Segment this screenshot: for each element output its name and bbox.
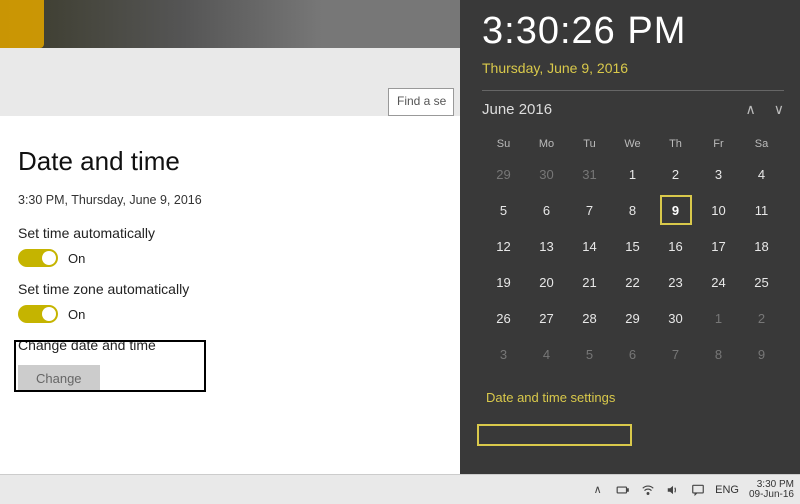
calendar-dow-header: Mo — [525, 132, 568, 156]
calendar-next-icon[interactable]: ∨ — [774, 101, 784, 118]
calendar-day[interactable]: 11 — [740, 192, 783, 228]
settings-page: Date and time 3:30 PM, Thursday, June 9,… — [0, 116, 460, 474]
calendar-day[interactable]: 12 — [482, 228, 525, 264]
calendar-day[interactable]: 4 — [740, 156, 783, 192]
calendar-day[interactable]: 28 — [568, 300, 611, 336]
settings-search-input[interactable]: Find a se — [388, 88, 454, 116]
volume-icon[interactable] — [665, 482, 680, 497]
calendar-prev-icon[interactable]: ∧ — [746, 101, 756, 118]
change-button[interactable]: Change — [18, 365, 100, 392]
calendar-day[interactable]: 5 — [482, 192, 525, 228]
calendar-day[interactable]: 4 — [525, 336, 568, 372]
calendar-day[interactable]: 8 — [697, 336, 740, 372]
set-zone-auto-toggle[interactable] — [18, 305, 58, 323]
calendar-day[interactable]: 3 — [482, 336, 525, 372]
taskbar-clock-date: 09-Jun-16 — [749, 490, 794, 500]
set-zone-auto-block: Set time zone automatically On — [18, 281, 442, 323]
calendar-day[interactable]: 19 — [482, 264, 525, 300]
set-time-auto-block: Set time automatically On — [18, 225, 442, 267]
set-zone-auto-label: Set time zone automatically — [18, 281, 442, 297]
calendar-dow-header: Tu — [568, 132, 611, 156]
calendar-day[interactable]: 8 — [611, 192, 654, 228]
calendar-day[interactable]: 15 — [611, 228, 654, 264]
calendar-dow-header: Su — [482, 132, 525, 156]
calendar-day[interactable]: 25 — [740, 264, 783, 300]
calendar-day[interactable]: 21 — [568, 264, 611, 300]
calendar-dow-header: Th — [654, 132, 697, 156]
change-datetime-label: Change date and time — [18, 337, 442, 353]
calendar-day[interactable]: 17 — [697, 228, 740, 264]
calendar-day[interactable]: 7 — [654, 336, 697, 372]
calendar-day[interactable]: 23 — [654, 264, 697, 300]
tray-chevron-icon[interactable]: ∧ — [590, 482, 605, 497]
calendar-day[interactable]: 16 — [654, 228, 697, 264]
calendar-month-label[interactable]: June 2016 — [482, 101, 552, 118]
current-datetime-label: 3:30 PM, Thursday, June 9, 2016 — [18, 193, 442, 207]
clock-calendar-flyout: 3:30:26 PM Thursday, June 9, 2016 June 2… — [460, 0, 800, 474]
wifi-icon[interactable] — [640, 482, 655, 497]
calendar-day[interactable]: 22 — [611, 264, 654, 300]
desktop-wallpaper-strip — [0, 0, 460, 48]
page-title: Date and time — [18, 146, 442, 177]
divider — [482, 90, 784, 91]
action-center-icon[interactable] — [690, 482, 705, 497]
taskbar-clock[interactable]: 3:30 PM 09-Jun-16 — [749, 480, 794, 500]
battery-icon[interactable] — [615, 482, 630, 497]
calendar-day[interactable]: 6 — [525, 192, 568, 228]
set-zone-auto-state: On — [68, 307, 85, 322]
calendar-grid: SuMoTuWeThFrSa29303112345678910111213141… — [482, 132, 784, 372]
calendar-day[interactable]: 29 — [482, 156, 525, 192]
calendar-dow-header: Sa — [740, 132, 783, 156]
set-time-auto-label: Set time automatically — [18, 225, 442, 241]
taskbar-clock-time: 3:30 PM — [749, 480, 794, 490]
change-datetime-block: Change date and time Change — [18, 337, 442, 392]
calendar-day[interactable]: 30 — [525, 156, 568, 192]
language-indicator[interactable]: ENG — [715, 484, 739, 496]
calendar-day[interactable]: 1 — [697, 300, 740, 336]
calendar-day[interactable]: 2 — [654, 156, 697, 192]
calendar-day[interactable]: 6 — [611, 336, 654, 372]
calendar-day[interactable]: 7 — [568, 192, 611, 228]
calendar-day[interactable]: 13 — [525, 228, 568, 264]
calendar-day[interactable]: 27 — [525, 300, 568, 336]
calendar-day[interactable]: 18 — [740, 228, 783, 264]
calendar-dow-header: We — [611, 132, 654, 156]
taskbar: ∧ ENG 3:30 PM 09-Jun-16 — [0, 474, 800, 504]
calendar-day[interactable]: 9 — [740, 336, 783, 372]
flyout-time: 3:30:26 PM — [482, 12, 784, 50]
calendar-day[interactable]: 5 — [568, 336, 611, 372]
calendar-day[interactable]: 1 — [611, 156, 654, 192]
calendar-day-today[interactable]: 9 — [654, 192, 697, 228]
calendar-dow-header: Fr — [697, 132, 740, 156]
calendar-day[interactable]: 29 — [611, 300, 654, 336]
calendar-day[interactable]: 31 — [568, 156, 611, 192]
set-time-auto-state: On — [68, 251, 85, 266]
set-time-auto-toggle[interactable] — [18, 249, 58, 267]
calendar-day[interactable]: 24 — [697, 264, 740, 300]
calendar-day[interactable]: 20 — [525, 264, 568, 300]
calendar-day[interactable]: 14 — [568, 228, 611, 264]
flyout-date: Thursday, June 9, 2016 — [482, 60, 784, 76]
calendar-day[interactable]: 30 — [654, 300, 697, 336]
calendar-day[interactable]: 3 — [697, 156, 740, 192]
calendar-day[interactable]: 10 — [697, 192, 740, 228]
date-time-settings-link[interactable]: Date and time settings — [482, 388, 619, 407]
calendar-day[interactable]: 26 — [482, 300, 525, 336]
calendar-day[interactable]: 2 — [740, 300, 783, 336]
